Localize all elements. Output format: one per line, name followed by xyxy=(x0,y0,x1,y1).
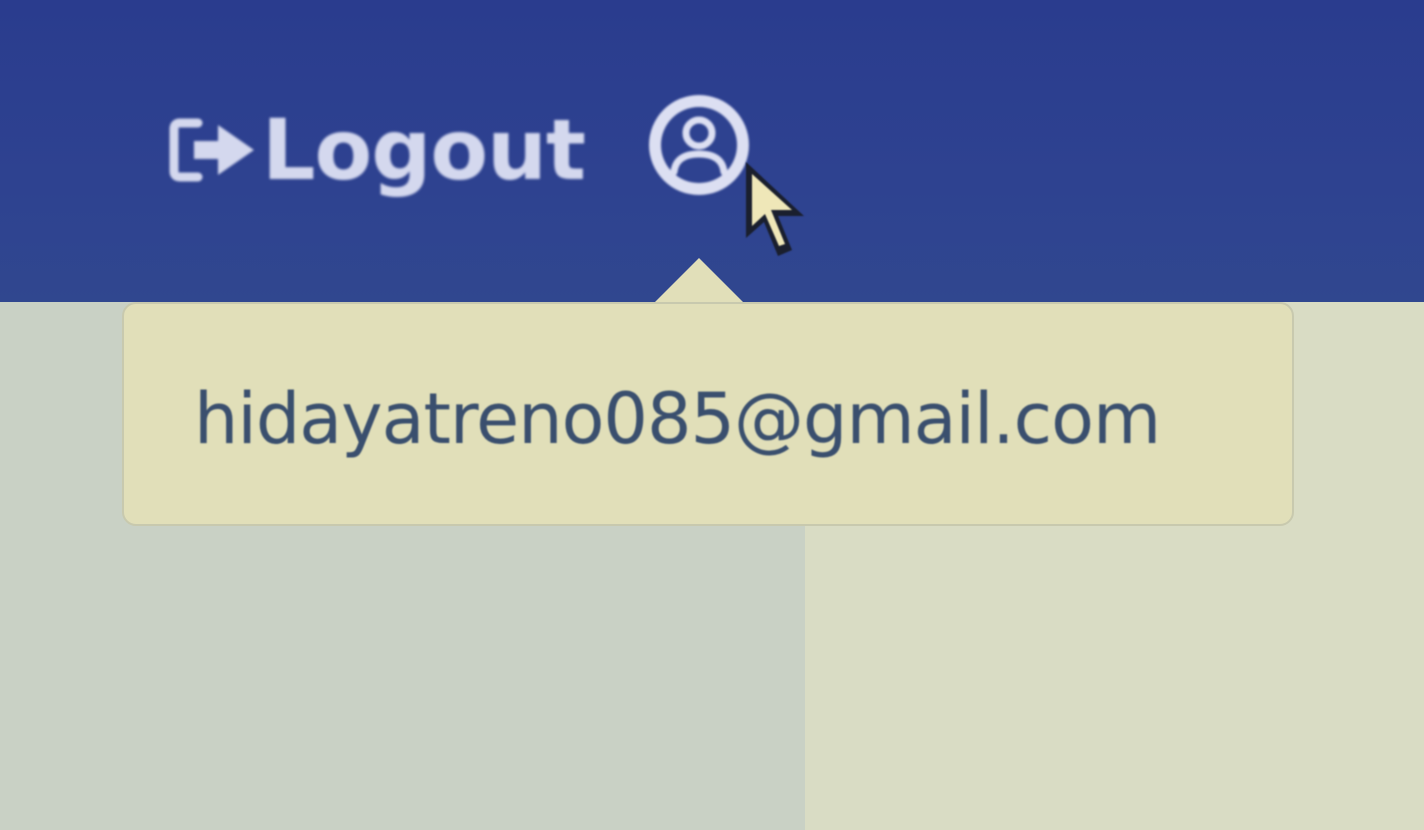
logout-label: Logout xyxy=(262,101,586,199)
user-email-tooltip: hidayatreno085@gmail.com xyxy=(122,302,1294,526)
logout-link[interactable]: Logout xyxy=(168,100,586,200)
mouse-cursor-icon xyxy=(740,158,812,262)
user-email: hidayatreno085@gmail.com xyxy=(194,378,1161,460)
tooltip-arrow xyxy=(655,258,743,302)
logout-icon xyxy=(168,115,260,185)
top-navbar: Logout xyxy=(0,0,1424,302)
user-circle-icon[interactable] xyxy=(646,92,752,198)
